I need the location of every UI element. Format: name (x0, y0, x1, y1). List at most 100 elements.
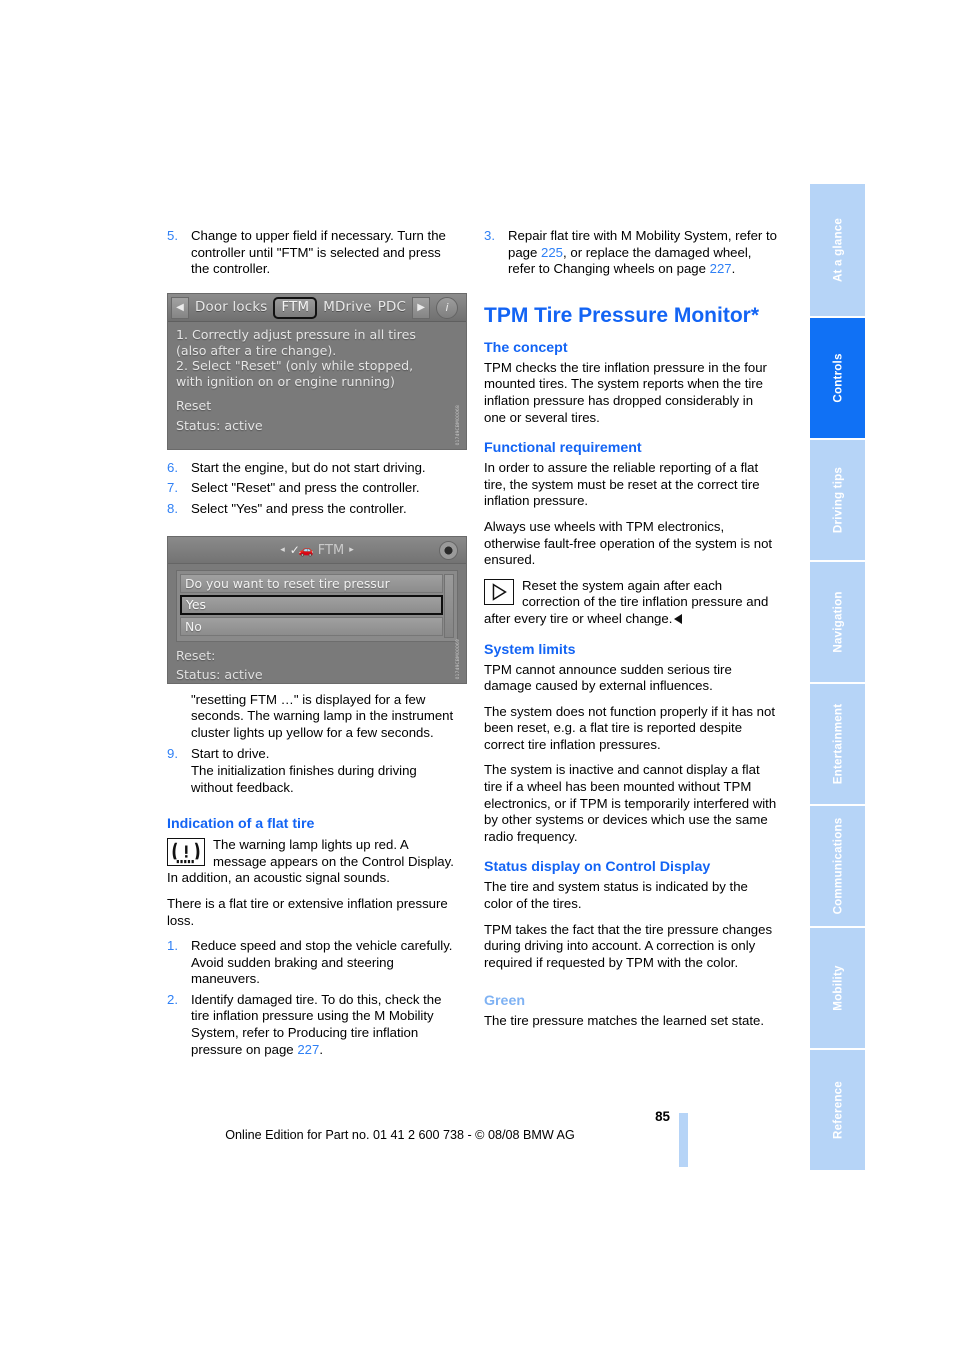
heading-system-limits: System limits (484, 641, 576, 658)
step-7-number: 7. (167, 480, 178, 496)
page-reference-227-right[interactable]: 227 (710, 261, 732, 276)
limits-paragraph-2: The system does not function properly if… (484, 703, 776, 752)
functional-reset-note: Reset the system again after each correc… (484, 578, 778, 628)
tab-mobility-label: Mobility (831, 965, 844, 1011)
tpm-warning-lamp-icon (167, 838, 205, 867)
reset-confirm-list: Do you want to reset tire pressur Yes No (176, 570, 458, 642)
flat-tire-step-2-text: Identify damaged tire. To do this, check… (191, 992, 461, 1058)
flat-tire-step-1: 1. Reduce speed and stop the vehicle car… (167, 938, 461, 988)
heading-the-concept: The concept (484, 339, 568, 356)
step-6: 6. Start the engine, but do not start dr… (167, 460, 461, 477)
flat-tire-step-1-text: Reduce speed and stop the vehicle carefu… (191, 938, 453, 987)
list-scrollbar[interactable] (444, 574, 454, 638)
status-display-paragraph-1: The tire and system status is indicated … (484, 879, 748, 912)
step-7-text: Select "Reset" and press the controller. (191, 480, 420, 496)
tab-driving-tips-label: Driving tips (831, 466, 844, 534)
tab-entertainment[interactable]: Entertainment (810, 684, 865, 806)
idrive-display-reset-confirm: ◂ ✓🚗 FTM ▸ Do you want to reset tire pre… (167, 536, 467, 684)
flat-tire-step-2: 2. Identify damaged tire. To do this, ch… (167, 992, 461, 1058)
step-3-text-c: . (731, 261, 736, 277)
step-9: 9. Start to drive. The initialization fi… (167, 746, 461, 796)
idrive-reset-label: Reset: (176, 648, 216, 663)
menu-item-mdrive[interactable]: MDrive (323, 300, 371, 315)
title-caret-left-icon[interactable]: ◂ (280, 545, 285, 555)
tab-navigation-label: Navigation (831, 591, 844, 653)
idrive-status-line: Status: active (176, 417, 263, 433)
page-reference-227-left[interactable]: 227 (297, 1042, 319, 1057)
functional-reset-note-text: Reset the system again after each correc… (484, 578, 778, 628)
functional-reset-note-body: Reset the system again after each correc… (484, 577, 769, 626)
tab-reference-label: Reference (831, 1081, 844, 1139)
section-title-tpm: TPM Tire Pressure Monitor* (484, 303, 760, 327)
manual-page: 5. Change to upper field if necessary. T… (0, 0, 954, 1350)
idrive-instruction-body: 1. Correctly adjust pressure in all tire… (168, 322, 466, 434)
idrive-reset-item[interactable]: Reset (176, 398, 458, 414)
tab-mobility[interactable]: Mobility (810, 928, 865, 1050)
right-column: 3. Repair flat tire with M Mobility Syst… (484, 228, 778, 1039)
tab-driving-tips[interactable]: Driving tips (810, 440, 865, 562)
display-1-image-code: 01749CBM00068 (456, 404, 461, 445)
step-8: 8. Select "Yes" and press the controller… (167, 501, 461, 518)
footer-copyright: Online Edition for Part no. 01 41 2 600 … (225, 1128, 575, 1142)
tab-navigation[interactable]: Navigation (810, 562, 865, 684)
tab-at-a-glance-label: At a glance (831, 217, 844, 283)
menu-right-arrow-icon[interactable]: ▶ (412, 296, 431, 319)
reset-option-yes[interactable]: Yes (180, 595, 443, 615)
flat-tire-body: There is a flat tire or extensive inflat… (167, 895, 448, 928)
step-9-number: 9. (167, 746, 178, 762)
tab-communications[interactable]: Communications (810, 806, 865, 928)
limits-paragraph-3: The system is inactive and cannot displa… (484, 762, 777, 844)
step-9-text: Start to drive. The initialization finis… (191, 746, 461, 796)
tab-reference[interactable]: Reference (810, 1050, 865, 1172)
flat-tire-step-1-number: 1. (167, 938, 178, 954)
flat-tire-step-2-text-b: . (319, 1041, 323, 1057)
reset-feedback-text: "resetting FTM …" is displayed for a few… (191, 691, 454, 740)
tab-communications-label: Communications (831, 817, 844, 915)
functional-paragraph-1: In order to assure the reliable reportin… (484, 460, 760, 509)
title-caret-right-icon[interactable]: ▸ (349, 545, 354, 555)
idrive-title-text: FTM (317, 542, 345, 558)
instruction-line-2: (also after a tire change). (176, 342, 337, 358)
limits-paragraph-1: TPM cannot announce sudden serious tire … (484, 661, 732, 694)
heading-green: Green (484, 993, 526, 1010)
heading-status-display: Status display on Control Display (484, 859, 711, 876)
step-5-text: Change to upper field if necessary. Turn… (191, 228, 446, 277)
reset-prompt-row: Do you want to reset tire pressur (180, 574, 443, 593)
menu-left-arrow-icon[interactable]: ◀ (171, 296, 189, 319)
step-8-text: Select "Yes" and press the controller. (191, 500, 407, 516)
flat-tire-warning-text: The warning lamp lights up red. A messag… (167, 837, 454, 886)
menu-item-door-locks[interactable]: Door locks (195, 300, 267, 315)
step-9-line-2: The initialization finishes during drivi… (191, 762, 417, 795)
tab-entertainment-label: Entertainment (831, 703, 844, 785)
note-end-marker-icon (674, 613, 683, 624)
page-reference-225[interactable]: 225 (541, 245, 563, 260)
concept-body: TPM checks the tire inflation pressure i… (484, 359, 767, 425)
tab-at-a-glance[interactable]: At a glance (810, 184, 865, 318)
step-9-line-1: Start to drive. (191, 746, 270, 762)
instruction-line-1: 1. Correctly adjust pressure in all tire… (176, 327, 416, 342)
menu-item-pdc[interactable]: PDC (378, 300, 406, 315)
flat-tire-warning-note: The warning lamp lights up red. A messag… (167, 837, 461, 887)
chapter-tab-rail: At a glance Controls Driving tips Naviga… (810, 184, 865, 1172)
info-icon[interactable]: i (436, 296, 459, 319)
functional-paragraph-2: Always use wheels with TPM electronics, … (484, 518, 773, 568)
step-3: 3. Repair flat tire with M Mobility Syst… (484, 228, 778, 278)
green-body: The tire pressure matches the learned se… (484, 1013, 765, 1029)
display-2-image-code: 01749CBM00069 (456, 638, 461, 679)
idrive-display-ftm-instructions: ◀ Door locks FTM MDrive PDC ▶ i 1. Corre… (167, 293, 467, 450)
tab-controls[interactable]: Controls (810, 318, 865, 440)
controller-knob-icon (439, 541, 458, 560)
reset-option-no[interactable]: No (180, 617, 443, 636)
page-number: 85 (655, 1109, 670, 1124)
instruction-line-4: with ignition on or engine running) (176, 373, 395, 389)
heading-functional-requirement: Functional requirement (484, 440, 642, 457)
idrive-footer-info: Reset: Status: active (168, 642, 466, 683)
step-5: 5. Change to upper field if necessary. T… (167, 228, 461, 278)
menu-item-ftm-selected[interactable]: FTM (273, 296, 318, 319)
step-3-number: 3. (484, 228, 495, 243)
check-vehicle-icon: ✓🚗 (289, 543, 314, 557)
flat-tire-step-2-number: 2. (167, 991, 178, 1007)
heading-indication-flat-tire: Indication of a flat tire (167, 816, 315, 833)
idrive-title-group: ◂ ✓🚗 FTM ▸ (280, 543, 353, 558)
step-3-text: Repair flat tire with M Mobility System,… (508, 228, 778, 278)
